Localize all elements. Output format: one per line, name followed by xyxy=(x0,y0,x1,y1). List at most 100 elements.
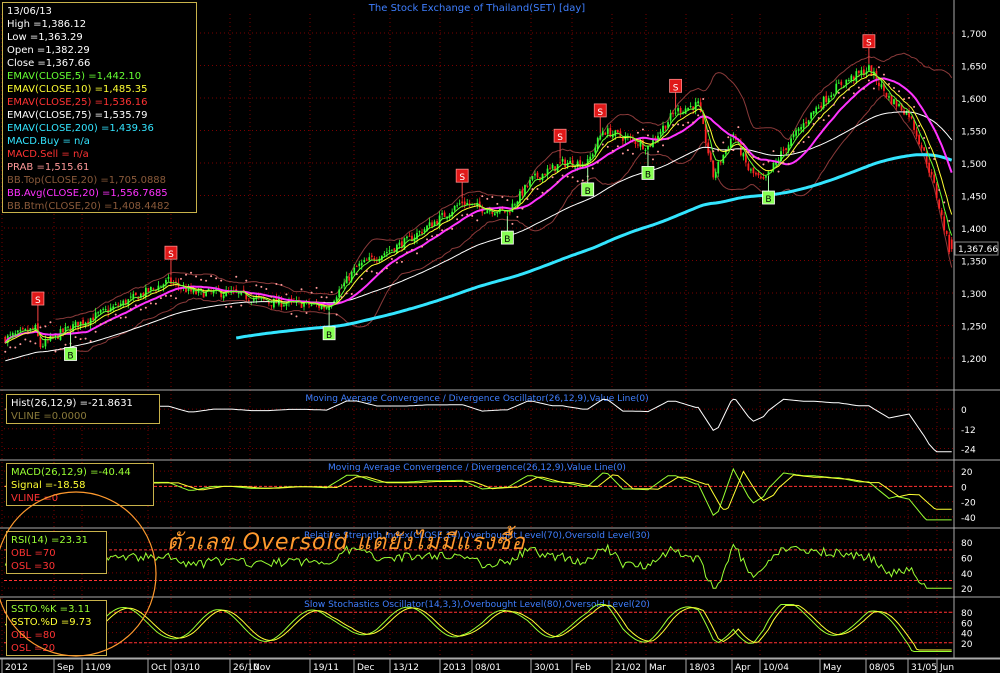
sell-signal-label: S xyxy=(597,108,603,118)
sar-dot xyxy=(561,174,564,177)
sar-dot xyxy=(400,260,403,263)
sar-dot xyxy=(938,188,941,191)
candle-body xyxy=(345,276,348,284)
candle-body xyxy=(11,333,14,336)
ohlc-legend: 13/06/13 High =1,386.12 Low =1,363.29 Op… xyxy=(2,2,197,213)
candle-body xyxy=(898,104,900,107)
sar-dot xyxy=(541,191,544,194)
candle-body xyxy=(320,305,323,310)
date-tick-label: 08/01 xyxy=(475,663,501,673)
sar-dot xyxy=(4,350,7,353)
candle-body xyxy=(559,162,561,164)
candle-body xyxy=(42,346,44,348)
candle-body xyxy=(878,82,880,87)
sar-dot xyxy=(636,131,639,134)
candle-body xyxy=(564,159,566,167)
sar-dot xyxy=(285,293,288,296)
date-tick-label: Feb xyxy=(575,663,591,673)
sar-dot xyxy=(757,157,760,160)
candle-body xyxy=(855,71,858,82)
sar-dot xyxy=(355,273,358,276)
panel-tick-label: 20 xyxy=(961,640,973,650)
sar-dot xyxy=(908,96,911,99)
sell-signal-label: S xyxy=(35,296,41,306)
legend-bb-avg: BB.Avg(CLOSE,20) =1,556.7685 xyxy=(7,188,168,199)
date-tick-label: Jun xyxy=(939,663,954,673)
price-tick-label: 1,300 xyxy=(961,290,987,300)
sar-dot xyxy=(330,291,333,294)
sar-dot xyxy=(913,105,916,108)
sar-dot xyxy=(49,321,52,324)
panel-tick-label: -40 xyxy=(961,514,976,524)
sar-dot xyxy=(29,340,32,343)
candle-body xyxy=(496,212,499,214)
sar-dot xyxy=(762,163,765,166)
candle-body xyxy=(792,134,795,138)
candle-body xyxy=(388,250,391,252)
candle-body xyxy=(102,308,105,310)
sar-dot xyxy=(516,215,519,218)
sar-dot xyxy=(626,149,629,152)
candle-body xyxy=(456,205,459,207)
candle-body xyxy=(717,161,720,174)
date-tick-label: Sep xyxy=(57,663,74,673)
sell-signal-label: S xyxy=(673,83,679,93)
sar-dot xyxy=(370,270,373,273)
sar-dot xyxy=(877,66,880,69)
sar-dot xyxy=(852,92,855,95)
candle-body xyxy=(677,108,679,112)
candle-body xyxy=(368,257,371,261)
sar-dot xyxy=(923,137,926,140)
candle-body xyxy=(664,125,667,129)
sar-dot xyxy=(190,271,193,274)
candle-body xyxy=(757,172,760,176)
candle-body xyxy=(782,149,785,151)
sar-dot xyxy=(611,149,614,152)
macd-label: MACD(26,12,9) =-40.44 xyxy=(11,467,131,478)
candle-body xyxy=(466,203,469,205)
sar-dot xyxy=(149,302,152,305)
sar-dot xyxy=(410,248,413,251)
sar-dot xyxy=(275,283,278,286)
sar-dot xyxy=(491,195,494,198)
sar-dot xyxy=(109,319,112,322)
date-tick-label: 10/04 xyxy=(763,663,789,673)
date-tick-label: 2013 xyxy=(443,663,466,673)
sar-dot xyxy=(215,277,218,280)
candle-body xyxy=(933,174,936,183)
sar-dot xyxy=(591,167,594,170)
candle-body xyxy=(795,130,797,136)
sto-osl-label: OSL =20 xyxy=(11,643,56,654)
candle-body xyxy=(637,144,639,146)
sar-dot xyxy=(581,179,584,182)
sar-dot xyxy=(556,180,559,183)
candle-body xyxy=(267,302,270,304)
candle-body xyxy=(521,189,524,196)
candle-body xyxy=(340,287,343,289)
last-price-label: 1,367.66 xyxy=(958,245,998,255)
sar-dot xyxy=(179,277,182,280)
sell-signal-label: S xyxy=(557,133,563,143)
sar-dot xyxy=(415,252,418,255)
candle-body xyxy=(857,70,860,73)
sar-dot xyxy=(948,219,951,222)
hist-legend: Hist(26,12,9) =-21.8631 VLINE =0.0000 xyxy=(6,394,160,424)
candle-body xyxy=(742,153,745,157)
candle-body xyxy=(19,329,22,331)
legend-macd-buy: MACD.Buy = n/a xyxy=(7,136,90,147)
sar-dot xyxy=(641,128,644,131)
candle-body xyxy=(727,147,730,149)
sar-dot xyxy=(732,149,735,152)
ohlc-open: Open =1,382.29 xyxy=(7,45,90,56)
candle-body xyxy=(895,100,898,107)
candle-body xyxy=(832,94,835,96)
sar-dot xyxy=(74,336,77,339)
candle-body xyxy=(237,292,240,294)
candle-body xyxy=(283,305,285,307)
sar-dot xyxy=(235,275,238,278)
sar-dot xyxy=(476,219,479,222)
date-tick-label: May xyxy=(823,663,842,673)
candle-body xyxy=(910,116,913,119)
sar-dot xyxy=(335,313,338,316)
candle-body xyxy=(531,176,534,180)
